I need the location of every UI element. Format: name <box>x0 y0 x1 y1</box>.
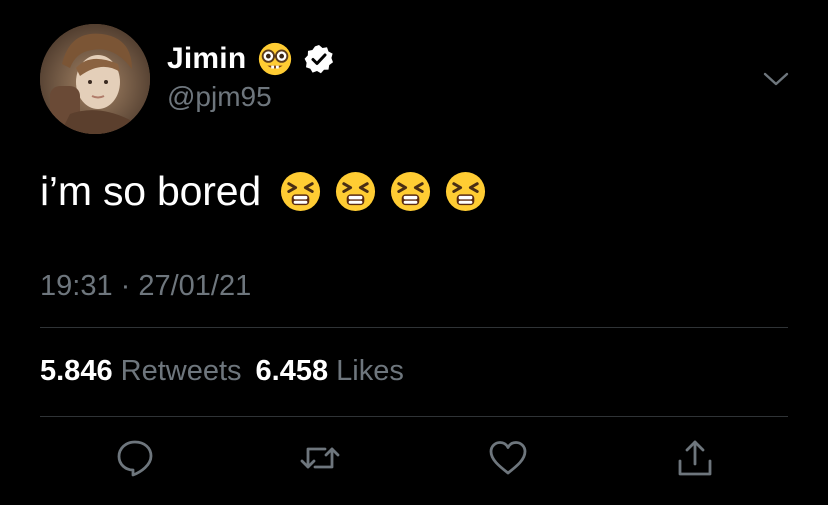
likes-label: Likes <box>336 355 404 387</box>
tired-face-emoji-icon <box>390 171 430 212</box>
like-button[interactable] <box>487 437 529 479</box>
reply-button[interactable] <box>114 437 156 479</box>
tweet-body: i’m so bored <box>40 168 487 215</box>
tired-face-emoji-icon <box>335 171 375 212</box>
author-name-row[interactable]: Jimin <box>167 40 334 78</box>
tweet-actions <box>0 437 828 485</box>
divider <box>40 327 788 328</box>
author-handle[interactable]: @pjm95 <box>167 81 272 113</box>
heart-icon <box>489 441 527 475</box>
likes-stat[interactable]: 6.458 Likes <box>256 355 404 388</box>
nerd-face-emoji-icon <box>259 42 292 76</box>
tired-face-emoji-icon <box>445 171 485 212</box>
share-button[interactable] <box>674 437 716 479</box>
author-name[interactable]: Jimin <box>167 42 246 76</box>
retweet-icon <box>300 447 340 469</box>
tweet-stats: 5.846 Retweets 6.458 Likes <box>40 355 404 388</box>
retweet-button[interactable] <box>299 437 341 479</box>
tweet-timestamp[interactable]: 19:31 · 27/01/21 <box>40 270 251 303</box>
likes-count: 6.458 <box>255 355 329 387</box>
divider <box>40 416 788 417</box>
avatar-photo <box>40 24 150 134</box>
tired-face-emoji-icon <box>280 171 320 212</box>
retweets-stat[interactable]: 5.846 Retweets <box>40 355 242 388</box>
tweet-text: i’m so bored <box>40 168 261 214</box>
chevron-down-icon[interactable] <box>763 71 789 87</box>
retweets-count: 5.846 <box>40 355 113 387</box>
verified-badge-icon <box>304 45 334 74</box>
avatar[interactable] <box>40 24 150 134</box>
reply-icon <box>117 440 153 477</box>
retweets-label: Retweets <box>120 355 242 387</box>
tweet-emojis <box>279 170 487 213</box>
share-icon <box>678 440 712 476</box>
